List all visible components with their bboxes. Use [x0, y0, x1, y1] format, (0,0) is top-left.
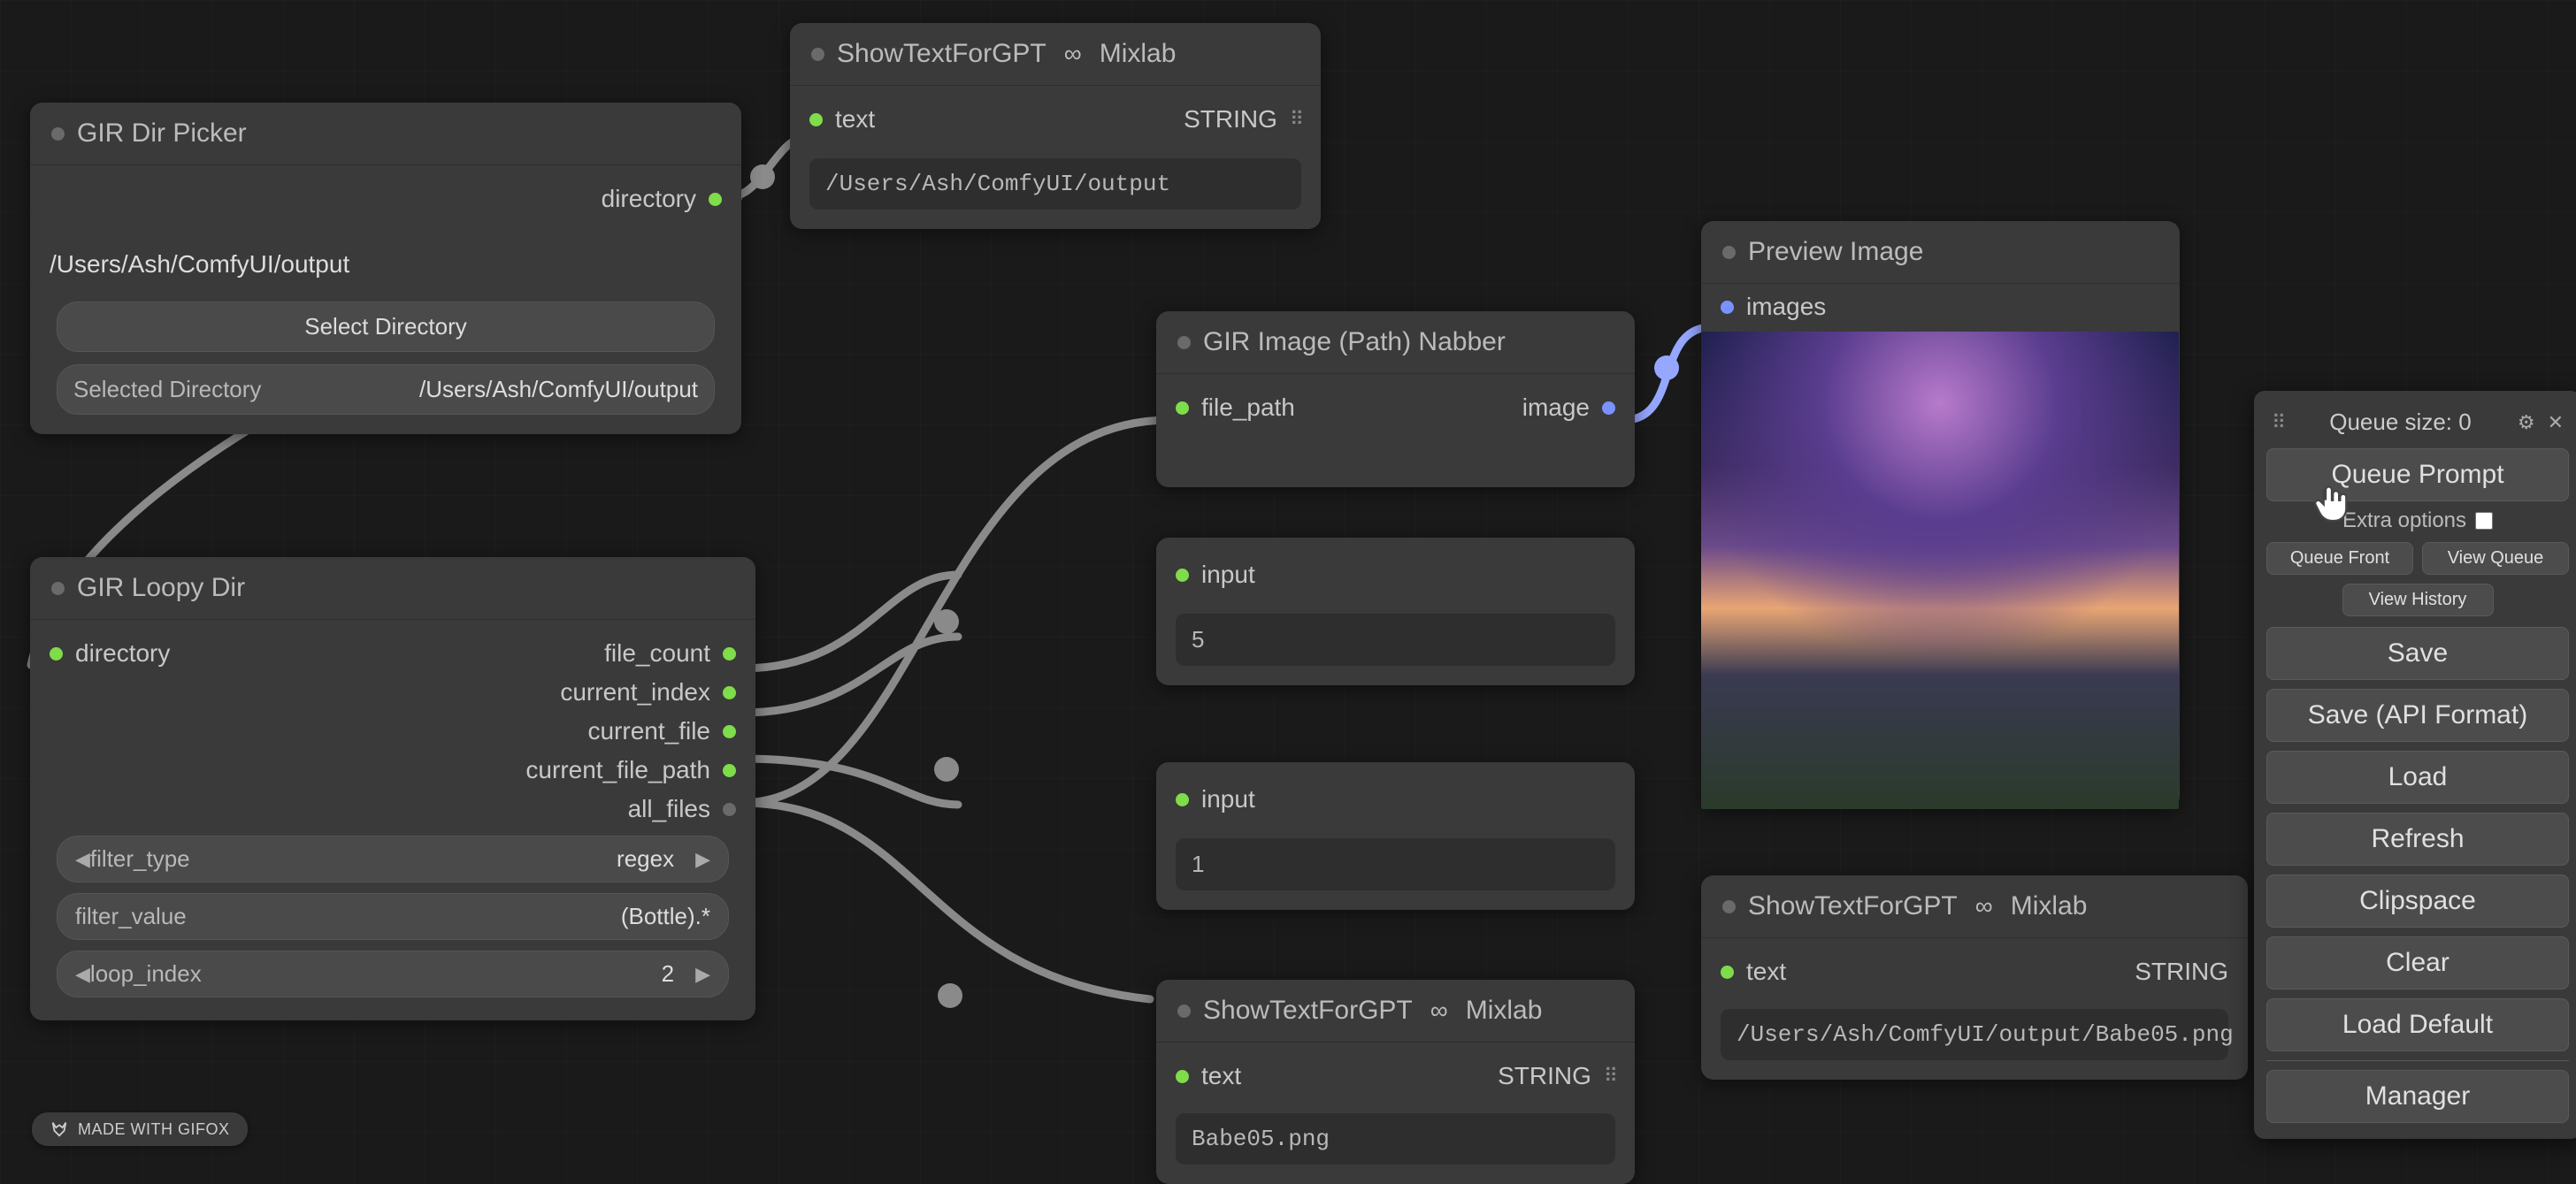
- port-in-input: input: [1201, 561, 1255, 589]
- port-dot[interactable]: [1602, 401, 1615, 415]
- save-button[interactable]: Save: [2266, 627, 2569, 680]
- node-showtext-mid[interactable]: ShowTextForGPT ∞ Mixlab text STRING ⠿ Ba…: [1156, 980, 1635, 1184]
- chevron-left-icon[interactable]: ◀: [75, 848, 90, 871]
- node-gir-dir-picker[interactable]: GIR Dir Picker directory /Users/Ash/Comf…: [30, 103, 741, 434]
- divider: [2266, 1060, 2569, 1061]
- chevron-right-icon[interactable]: ▶: [695, 963, 710, 986]
- port-dot[interactable]: [1721, 966, 1734, 979]
- port-out-string: STRING: [2135, 958, 2228, 986]
- port-in-directory: directory: [75, 639, 170, 668]
- node-title: GIR Dir Picker: [77, 118, 247, 149]
- select-directory-button[interactable]: Select Directory: [57, 302, 715, 352]
- chevron-right-icon[interactable]: ▶: [695, 848, 710, 871]
- queue-size-label: Queue size: 0: [2329, 409, 2471, 436]
- port-dot[interactable]: [1176, 1070, 1189, 1083]
- port-out-file-count: file_count: [604, 639, 710, 668]
- grip-icon: ⠿: [1604, 1065, 1615, 1088]
- input-value[interactable]: 5: [1176, 614, 1615, 666]
- grip-icon: ⠿: [1290, 108, 1301, 131]
- drag-handle-icon[interactable]: ⠿: [2272, 411, 2283, 434]
- fox-icon: [50, 1119, 69, 1139]
- status-dot: [1177, 336, 1191, 349]
- node-showtext-top[interactable]: ShowTextForGPT ∞ Mixlab text STRING ⠿ /U…: [790, 23, 1321, 229]
- port-in-file-path: file_path: [1201, 393, 1295, 422]
- node-input-a[interactable]: input 5: [1156, 538, 1635, 685]
- node-gir-loopy-dir[interactable]: GIR Loopy Dir directory file_count curre…: [30, 557, 755, 1020]
- node-input-b[interactable]: input 1: [1156, 762, 1635, 910]
- save-api-button[interactable]: Save (API Format): [2266, 689, 2569, 742]
- manager-button[interactable]: Manager: [2266, 1070, 2569, 1123]
- port-out-current-file-path: current_file_path: [525, 756, 710, 784]
- view-queue-button[interactable]: View Queue: [2422, 542, 2569, 575]
- node-title: ShowTextForGPT ∞ Mixlab: [837, 39, 1176, 69]
- port-dot[interactable]: [50, 647, 63, 661]
- node-title: GIR Loopy Dir: [77, 573, 245, 603]
- load-default-button[interactable]: Load Default: [2266, 998, 2569, 1051]
- infinity-icon: ∞: [1430, 997, 1448, 1025]
- port-dot[interactable]: [723, 725, 736, 738]
- made-with-badge: MADE WITH GIFOX: [32, 1112, 248, 1146]
- port-out-directory: directory: [602, 185, 696, 213]
- port-in-input: input: [1201, 785, 1255, 814]
- status-dot: [1722, 900, 1736, 913]
- input-value[interactable]: 1: [1176, 838, 1615, 890]
- status-dot: [51, 582, 65, 595]
- filter-type-stepper[interactable]: ◀ filter_type regex ▶: [57, 836, 729, 882]
- path-display: /Users/Ash/ComfyUI/output: [50, 250, 722, 279]
- port-dot[interactable]: [723, 803, 736, 816]
- preview-image-canvas[interactable]: [1701, 332, 2179, 809]
- status-dot: [1177, 1004, 1191, 1018]
- close-icon[interactable]: ✕: [2548, 411, 2564, 434]
- extra-options-checkbox[interactable]: [2475, 512, 2493, 530]
- chevron-left-icon[interactable]: ◀: [75, 963, 90, 986]
- port-dot[interactable]: [1176, 793, 1189, 806]
- node-preview-image[interactable]: Preview Image images: [1701, 221, 2180, 809]
- text-value[interactable]: Babe05.png: [1176, 1113, 1615, 1165]
- status-dot: [51, 127, 65, 141]
- status-dot: [811, 48, 824, 61]
- port-dot[interactable]: [723, 686, 736, 699]
- gear-icon[interactable]: ⚙: [2518, 411, 2535, 434]
- port-out-string: STRING: [1184, 105, 1277, 134]
- port-out-image: image: [1522, 393, 1590, 422]
- load-button[interactable]: Load: [2266, 751, 2569, 804]
- port-out-all-files: all_files: [628, 795, 710, 823]
- port-dot[interactable]: [723, 647, 736, 661]
- port-out-current-index: current_index: [560, 678, 710, 707]
- status-dot: [1722, 246, 1736, 259]
- port-dot[interactable]: [1176, 569, 1189, 582]
- control-menu[interactable]: ⠿ Queue size: 0 ⚙ ✕ Queue Prompt Extra o…: [2254, 391, 2576, 1139]
- filter-value-field[interactable]: filter_value (Bottle).*: [57, 893, 729, 940]
- node-title: Preview Image: [1748, 237, 1923, 267]
- port-in-images: images: [1746, 293, 1826, 321]
- infinity-icon: ∞: [1975, 892, 1993, 920]
- text-value[interactable]: /Users/Ash/ComfyUI/output/Babe05.png: [1721, 1009, 2228, 1060]
- node-title: GIR Image (Path) Nabber: [1203, 327, 1506, 357]
- loop-index-stepper[interactable]: ◀ loop_index 2 ▶: [57, 951, 729, 997]
- port-dot[interactable]: [723, 764, 736, 777]
- queue-front-button[interactable]: Queue Front: [2266, 542, 2413, 575]
- port-in-text: text: [835, 105, 875, 134]
- port-dot[interactable]: [809, 113, 823, 126]
- node-title: ShowTextForGPT ∞ Mixlab: [1748, 891, 2087, 921]
- clear-button[interactable]: Clear: [2266, 936, 2569, 989]
- port-out-string: STRING: [1498, 1062, 1591, 1090]
- clipspace-button[interactable]: Clipspace: [2266, 875, 2569, 928]
- node-showtext-right[interactable]: ShowTextForGPT ∞ Mixlab text STRING /Use…: [1701, 875, 2248, 1080]
- port-in-text: text: [1746, 958, 1786, 986]
- port-dot[interactable]: [1721, 301, 1734, 314]
- port-dot[interactable]: [1176, 401, 1189, 415]
- view-history-button[interactable]: View History: [2342, 584, 2494, 616]
- text-value[interactable]: /Users/Ash/ComfyUI/output: [809, 158, 1301, 210]
- selected-directory-button[interactable]: Selected Directory /Users/Ash/ComfyUI/ou…: [57, 364, 715, 415]
- node-title: ShowTextForGPT ∞ Mixlab: [1203, 996, 1542, 1026]
- port-dot[interactable]: [709, 193, 722, 206]
- port-out-current-file: current_file: [587, 717, 710, 745]
- port-in-text: text: [1201, 1062, 1241, 1090]
- extra-options-label: Extra options: [2342, 508, 2466, 533]
- node-gir-image-path-nabber[interactable]: GIR Image (Path) Nabber file_path image: [1156, 311, 1635, 487]
- infinity-icon: ∞: [1064, 40, 1082, 68]
- refresh-button[interactable]: Refresh: [2266, 813, 2569, 866]
- queue-prompt-button[interactable]: Queue Prompt: [2266, 448, 2569, 501]
